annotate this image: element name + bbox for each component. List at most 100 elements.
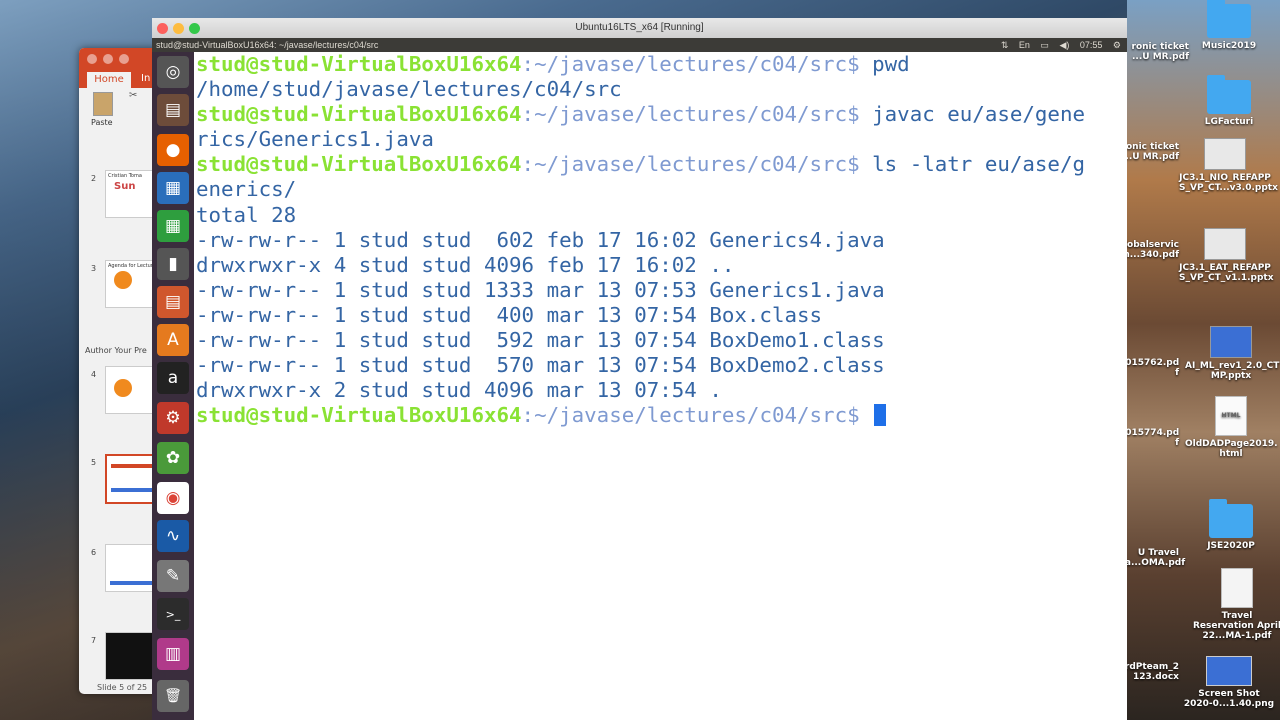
presentation-icon — [1210, 326, 1252, 358]
prompt-path: :~/javase/lectures/c04/src$ — [521, 52, 860, 76]
paste-icon[interactable] — [93, 92, 113, 116]
gear-icon[interactable]: ⚙ — [1113, 40, 1121, 50]
presentation-icon — [1204, 138, 1246, 170]
slide-number: 4 — [91, 370, 97, 379]
desktop-right-area: ronic ticket ...U MR.pdf onic ticket ...… — [1119, 0, 1280, 720]
desktop-file-label: rdPteam_2 123.docx — [1124, 662, 1179, 682]
folder-icon — [1207, 75, 1251, 114]
files-icon[interactable]: ▤ — [157, 94, 189, 126]
clock[interactable]: 07:55 — [1080, 40, 1103, 50]
desktop-icon-label: Travel Reservation April 22...MA-1.pdf — [1192, 611, 1280, 641]
ubuntu-top-panel: stud@stud-VirtualBoxU16x64: ~/javase/lec… — [152, 38, 1127, 52]
desktop-icon-label: JC3.1_NIO_REFAPP S_VP_CT...v3.0.pptx — [1179, 173, 1278, 193]
desktop-file-travel[interactable]: U Travel va...OMA.pdf — [1119, 548, 1185, 568]
terminal-output[interactable]: stud@stud-VirtualBoxU16x64:~/javase/lect… — [194, 52, 1085, 428]
desktop-file-travel-reservation[interactable]: Travel Reservation April 22...MA-1.pdf — [1191, 568, 1280, 641]
impress-icon[interactable]: ▤ — [157, 286, 189, 318]
prompt-user: stud@stud-VirtualBoxU16x64 — [196, 152, 522, 177]
html-file-icon: HTML — [1215, 396, 1247, 436]
tab-insert[interactable]: In — [141, 73, 150, 84]
listing-row: -rw-rw-r-- 1 stud stud 602 feb 17 16:02 … — [196, 227, 885, 252]
terminal-area[interactable]: stud@stud-VirtualBoxU16x64:~/javase/lect… — [194, 52, 1127, 720]
writer-icon[interactable]: ▦ — [157, 172, 189, 204]
slide-number: 3 — [91, 264, 97, 273]
desktop-file-globalservice[interactable]: lobalservic n...340.pdf — [1119, 240, 1179, 260]
workspace-icon[interactable]: ▥ — [157, 638, 189, 670]
battery-icon[interactable]: ▭ — [1040, 40, 1049, 50]
desktop-icon-label: Screen Shot 2020-0...1.40.png — [1183, 689, 1275, 709]
desktop-file-aiml-pptx[interactable]: AI_ML_rev1_2.0_CT MP.pptx — [1185, 326, 1280, 381]
image-file-icon — [1206, 656, 1252, 686]
listing-row: -rw-rw-r-- 1 stud stud 570 mar 13 07:54 … — [196, 353, 885, 378]
volume-icon[interactable]: ◀) — [1059, 40, 1069, 50]
command-text: javac eu/ase/gene — [859, 102, 1085, 127]
keyboard-layout-indicator[interactable]: En — [1019, 40, 1030, 50]
desktop-file-label: 6015762.pd f — [1119, 358, 1180, 378]
prompt-user: stud@stud-VirtualBoxU16x64 — [196, 403, 522, 428]
dash-icon[interactable]: ◎ — [157, 56, 189, 88]
close-button[interactable] — [157, 23, 168, 34]
virtualbox-titlebar[interactable]: Ubuntu16LTS_x64 [Running] — [152, 18, 1127, 38]
desktop-file-label: 6015774.pd f — [1119, 428, 1180, 448]
command-text: pwd — [859, 52, 910, 76]
terminal-window-title: stud@stud-VirtualBoxU16x64: ~/javase/lec… — [156, 40, 379, 50]
desktop-file-nio-pptx[interactable]: JC3.1_NIO_REFAPP S_VP_CT...v3.0.pptx — [1179, 138, 1278, 193]
listing-row: -rw-rw-r-- 1 stud stud 400 mar 13 07:54 … — [196, 302, 823, 327]
virtualbox-window[interactable]: Ubuntu16LTS_x64 [Running] stud@stud-Virt… — [152, 18, 1127, 720]
zoom-button[interactable] — [189, 23, 200, 34]
transfer-icon[interactable]: ⇅ — [1001, 40, 1009, 50]
calc-icon[interactable]: ▦ — [157, 210, 189, 242]
desktop-file-6015762[interactable]: 6015762.pd f — [1119, 358, 1179, 378]
section-header: Author Your Pre — [85, 346, 147, 355]
desktop-file-eat-pptx[interactable]: JC3.1_EAT_REFAPP S_VP_CT_v1.1.pptx — [1179, 228, 1274, 283]
listing-row: -rw-rw-r-- 1 stud stud 592 mar 13 07:54 … — [196, 328, 885, 353]
desktop-folder-lgfacturi[interactable]: LGFacturi — [1183, 75, 1275, 127]
system-tray: ⇅ En ▭ ◀) 07:55 ⚙ — [993, 38, 1121, 52]
text-cursor — [874, 404, 887, 427]
desktop-icon-label: AI_ML_rev1_2.0_CT MP.pptx — [1185, 361, 1280, 381]
settings-icon[interactable]: ⚙ — [157, 402, 189, 434]
zoom-button[interactable] — [119, 54, 129, 64]
trash-icon[interactable]: 🗑 — [157, 680, 189, 712]
desktop-file-docx[interactable]: rdPteam_2 123.docx — [1119, 662, 1179, 682]
app-green-icon[interactable]: ✿ — [157, 442, 189, 474]
wave-icon[interactable]: ∿ — [157, 520, 189, 552]
desktop-file-olddadpage[interactable]: HTML OldDADPage2019. html — [1185, 396, 1278, 459]
desktop-file-label: U Travel va...OMA.pdf — [1119, 548, 1186, 568]
desktop-icon-label: JSE2020P — [1207, 541, 1255, 551]
tab-home[interactable]: Home — [87, 72, 131, 88]
status-bar-text: Slide 5 of 25 — [97, 683, 148, 692]
editor-icon[interactable]: ✎ — [157, 560, 189, 592]
desktop-icon-label: LGFacturi — [1204, 117, 1254, 127]
command-text-wrap: rics/Generics1.java — [196, 127, 434, 152]
minimize-button[interactable] — [173, 23, 184, 34]
desktop-file-label: lobalservic n...340.pdf — [1123, 240, 1179, 260]
chrome-icon[interactable]: ◉ — [157, 482, 189, 514]
orange-circle-icon — [114, 379, 132, 397]
close-button[interactable] — [87, 54, 97, 64]
minimize-button[interactable] — [103, 54, 113, 64]
desktop-file-label: ronic ticket ...U MR.pdf — [1131, 42, 1189, 62]
desktop-folder-jse2020p[interactable]: JSE2020P — [1185, 499, 1277, 551]
cut-icon[interactable]: ✂ — [129, 90, 137, 101]
presentation-icon — [1204, 228, 1246, 260]
desktop-file-6015774[interactable]: 6015774.pd f — [1119, 428, 1179, 448]
slide-number: 2 — [91, 174, 97, 183]
desktop-file-ticket-2[interactable]: onic ticket ...U MR.pdf — [1119, 142, 1179, 162]
amazon-icon[interactable]: a — [157, 362, 189, 394]
prompt-path: :~/javase/lectures/c04/src$ — [521, 152, 860, 177]
desktop-file-ticket-1[interactable]: ronic ticket ...U MR.pdf — [1119, 42, 1189, 62]
terminal-icon[interactable]: >_ — [157, 598, 189, 630]
desktop-folder-music2019[interactable]: Music2019 — [1183, 0, 1275, 51]
desktop-file-screenshot-png[interactable]: Screen Shot 2020-0...1.40.png — [1183, 656, 1275, 709]
slide-number: 7 — [91, 636, 97, 645]
impress-dark-icon[interactable]: ▮ — [157, 248, 189, 280]
command-text: ls -latr eu/ase/g — [859, 152, 1085, 177]
firefox-icon[interactable]: ● — [157, 134, 189, 166]
orange-circle-icon — [114, 271, 132, 289]
window-title: Ubuntu16LTS_x64 [Running] — [575, 22, 704, 33]
paste-label: Paste — [91, 118, 113, 127]
software-center-icon[interactable]: A — [157, 324, 189, 356]
listing-row: drwxrwxr-x 4 stud stud 4096 feb 17 16:02… — [196, 252, 735, 277]
pdf-file-icon — [1221, 568, 1253, 608]
